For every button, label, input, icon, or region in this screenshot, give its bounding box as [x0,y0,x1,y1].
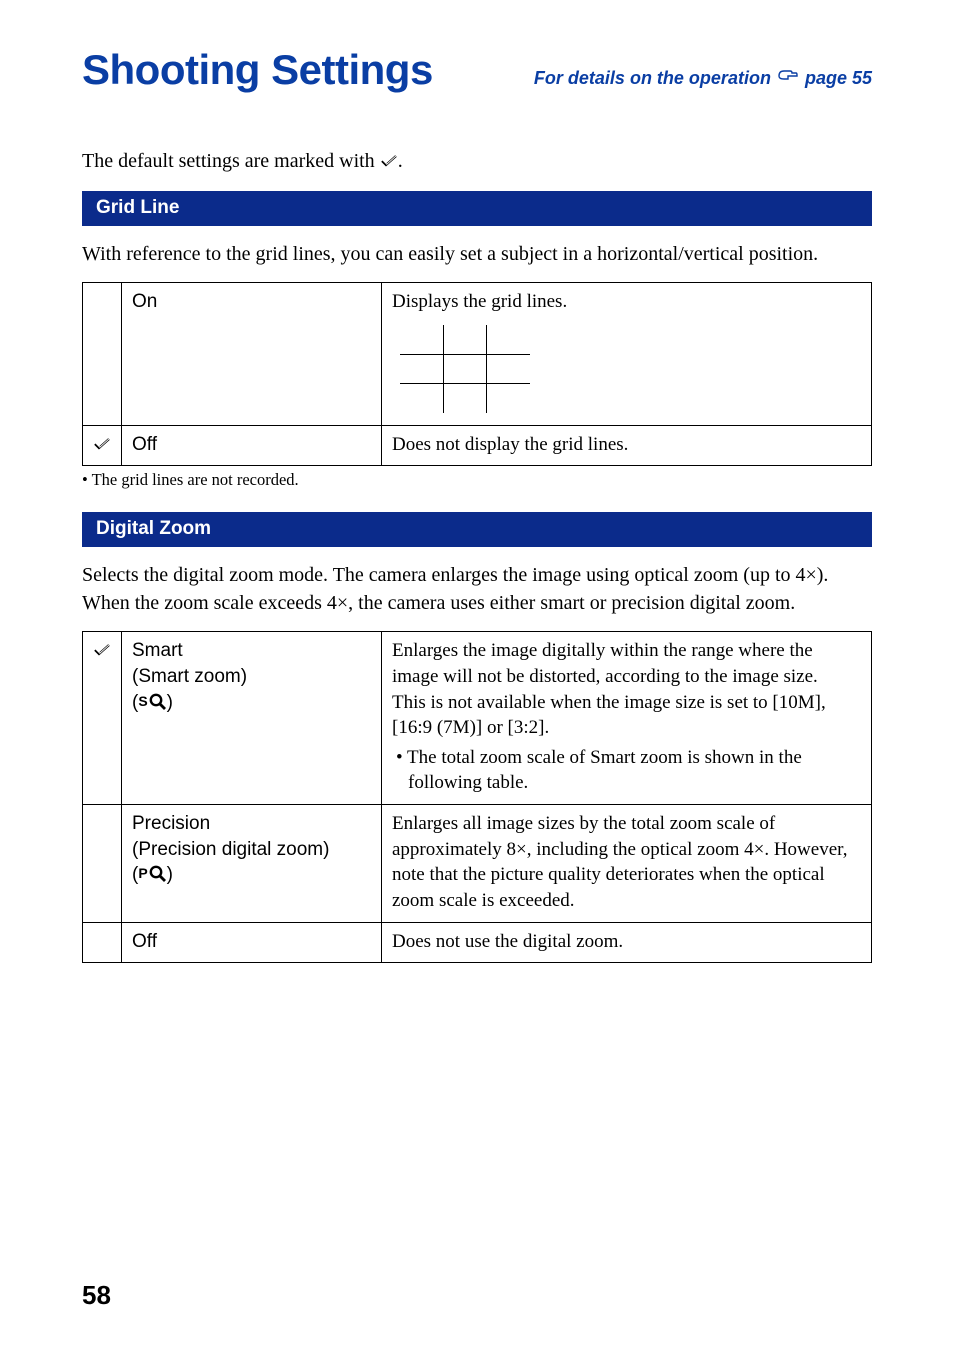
option-desc-zoom-off: Does not use the digital zoom. [382,922,872,963]
grid-line-table: On Displays the grid lines. Off Does not… [82,282,872,466]
header-note-page: page 55 [805,68,872,88]
page-title: Shooting Settings [82,46,433,94]
option-label-zoom-off: Off [122,922,382,963]
option-desc-off: Does not display the grid lines. [382,425,872,466]
intro-text: The default settings are marked with . [82,150,872,173]
manual-page: Shooting Settings For details on the ope… [0,0,954,1357]
grid-line-desc: With reference to the grid lines, you ca… [82,240,872,268]
option-label-smart: Smart (Smart zoom) (S) [122,632,382,805]
default-mark-cell [83,922,122,963]
header-note-prefix: For details on the operation [534,68,776,88]
grid-lines-illustration [400,325,530,413]
section-header-digital-zoom: Digital Zoom [82,512,872,547]
magnifier-icon [149,693,167,719]
page-number: 58 [82,1280,111,1311]
check-default-icon [93,643,111,657]
section-header-grid-line: Grid Line [82,191,872,226]
digital-zoom-table: Smart (Smart zoom) (S) Enlarges the imag… [82,631,872,963]
table-row: Smart (Smart zoom) (S) Enlarges the imag… [83,632,872,805]
check-default-icon [93,437,111,451]
option-label-precision: Precision (Precision digital zoom) (P) [122,805,382,923]
digital-zoom-desc: Selects the digital zoom mode. The camer… [82,561,872,617]
default-mark-cell [83,283,122,426]
default-mark-cell [83,805,122,923]
grid-line-note: • The grid lines are not recorded. [82,470,872,490]
header-note: For details on the operation page 55 [534,68,872,89]
option-desc-precision: Enlarges all image sizes by the total zo… [382,805,872,923]
table-row: Off Does not use the digital zoom. [83,922,872,963]
check-default-icon [380,154,398,168]
magnifier-icon [149,865,167,891]
table-row: Off Does not display the grid lines. [83,425,872,466]
table-row: Precision (Precision digital zoom) (P) E… [83,805,872,923]
table-row: On Displays the grid lines. [83,283,872,426]
option-desc-on: Displays the grid lines. [382,283,872,426]
option-label-on: On [122,283,382,426]
default-mark-cell [83,425,122,466]
header: Shooting Settings For details on the ope… [82,46,872,94]
precision-zoom-symbol: (P) [132,862,371,891]
hand-pointer-icon [778,68,798,89]
option-desc-smart: Enlarges the image digitally within the … [382,632,872,805]
option-label-off: Off [122,425,382,466]
default-mark-cell [83,632,122,805]
smart-zoom-symbol: (S) [132,690,371,719]
